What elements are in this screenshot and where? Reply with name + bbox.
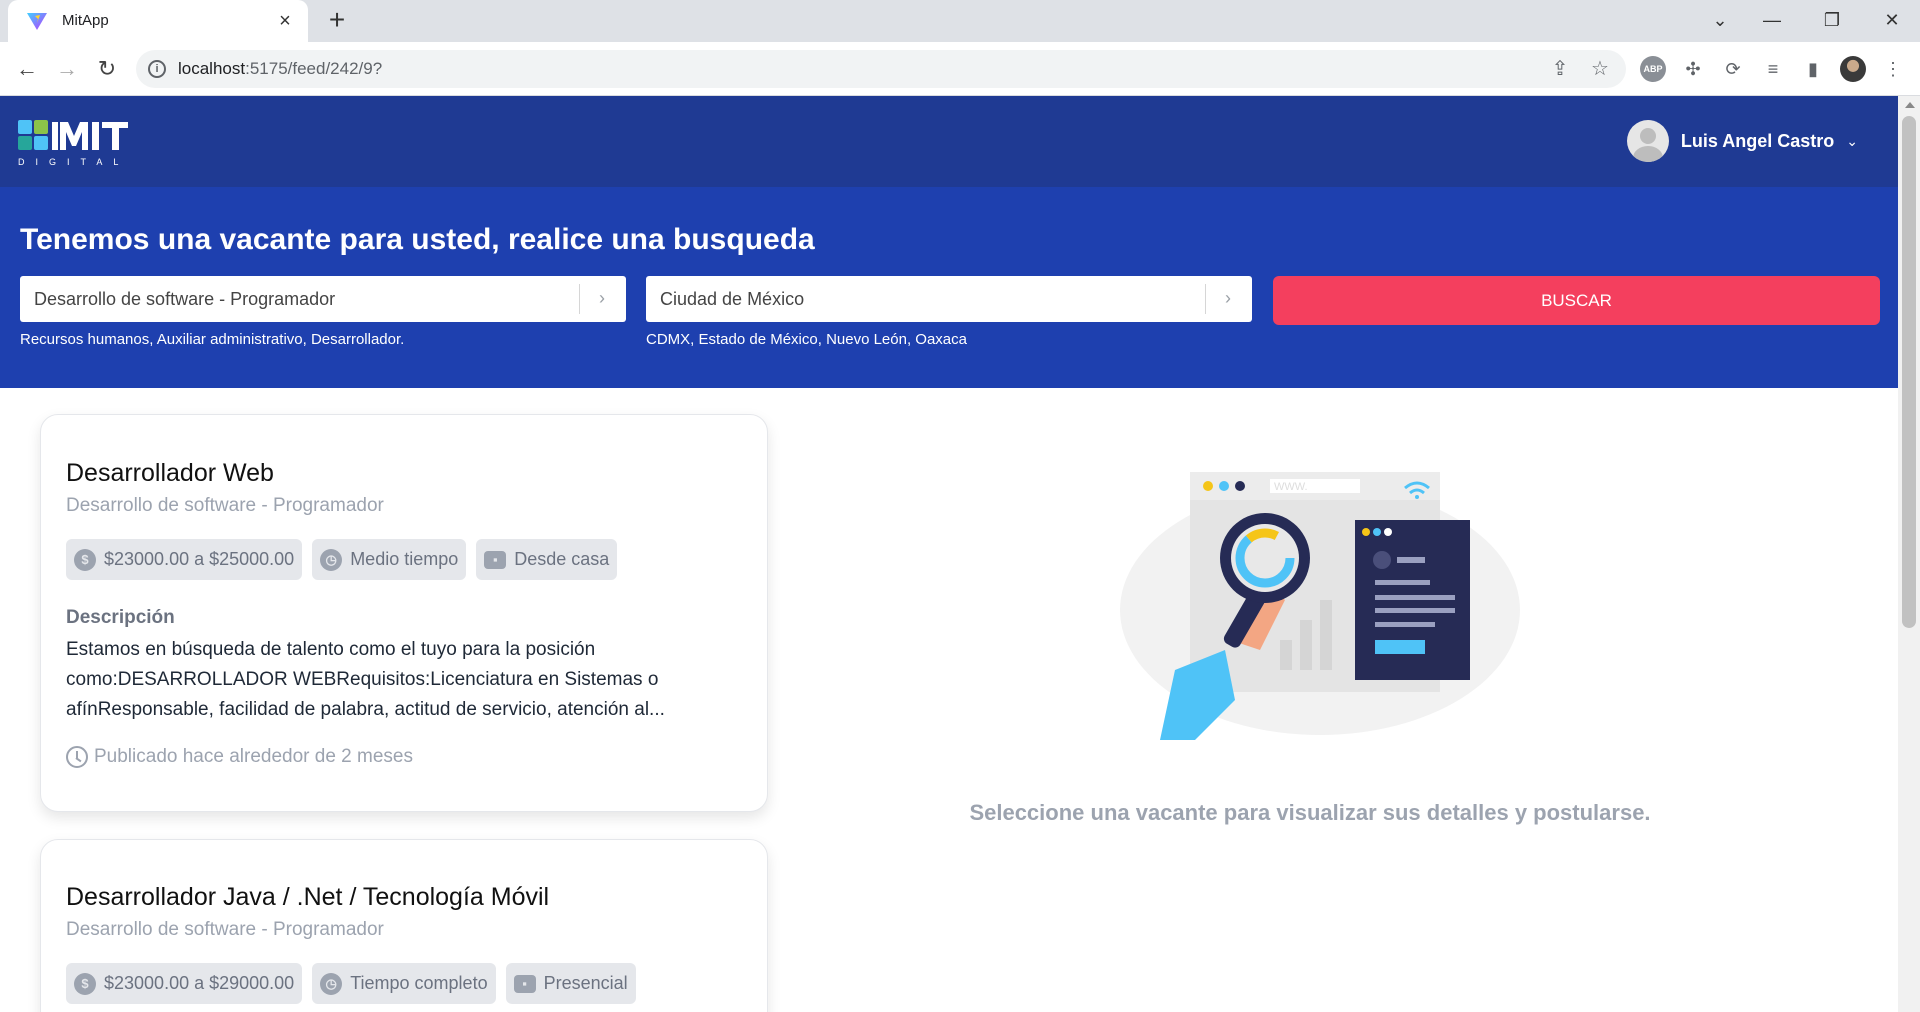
scrollbar-thumb[interactable] — [1902, 116, 1916, 628]
job-title: Desarrollador Java / .Net / Tecnología M… — [66, 883, 550, 911]
browser-profile-avatar[interactable] — [1840, 56, 1866, 82]
briefcase-icon: ▪ — [484, 550, 507, 569]
site-info-icon[interactable]: i — [148, 60, 166, 78]
browser-tabstrip: MitApp × + ⌄ — ❐ ✕ — [0, 0, 1920, 42]
search-title: Tenemos una vacante para usted, realice … — [20, 223, 815, 256]
empty-detail-message: Seleccione una vacante para visualizar s… — [969, 800, 1651, 825]
salary-text: $23000.00 a $29000.00 — [104, 973, 295, 993]
browser-toolbar: ← → ↻ i localhost:5175/feed/242/9? ⇪ ☆ A… — [0, 42, 1920, 96]
job-category: Desarrollo de software - Programador — [66, 495, 384, 516]
user-avatar[interactable] — [1626, 120, 1669, 162]
schedule-tag: ◷ Medio tiempo — [312, 539, 467, 580]
dollar-icon: $ — [74, 548, 96, 571]
extensions-puzzle-icon[interactable]: ✣ — [1680, 56, 1706, 82]
modality-tag: ▪ Desde casa — [476, 539, 618, 580]
side-panel-icon[interactable]: ▮ — [1800, 56, 1826, 82]
logo-subtitle: DIGITAL — [18, 157, 129, 167]
app-header: DIGITAL Luis Angel Castro ⌄ — [0, 96, 1898, 187]
job-tags: $ $23000.00 a $29000.00 ◷ Tiempo complet… — [66, 963, 636, 1004]
page-scrollbar[interactable] — [1898, 96, 1920, 1012]
vite-favicon-icon — [27, 13, 47, 30]
tab-title: MitApp — [62, 12, 109, 29]
salary-text: $23000.00 a $25000.00 — [104, 549, 295, 569]
user-menu[interactable]: Luis Angel Castro ⌄ — [1626, 120, 1858, 162]
illustration-www: WWW. — [1274, 481, 1308, 493]
adblock-extension-icon[interactable]: ABP — [1640, 56, 1666, 82]
search-section: Tenemos una vacante para usted, realice … — [0, 187, 1898, 388]
location-search-input[interactable] — [646, 276, 1206, 322]
modality-text: Presencial — [543, 973, 628, 993]
search-button[interactable]: BUSCAR — [1273, 276, 1880, 325]
job-card[interactable]: Desarrollador Web Desarrollo de software… — [40, 414, 768, 812]
schedule-tag: ◷ Tiempo completo — [312, 963, 496, 1004]
job-search-hint: Recursos humanos, Auxiliar administrativ… — [20, 331, 405, 348]
tab-search-icon[interactable]: ⌄ — [1690, 0, 1750, 40]
location-search-field[interactable]: › — [646, 276, 1252, 322]
browser-tab[interactable]: MitApp × — [8, 0, 308, 42]
posted-text: Publicado hace alrededor de 2 meses — [94, 746, 413, 767]
chevron-down-icon[interactable]: ⌄ — [1846, 133, 1858, 150]
scroll-up-arrow-icon[interactable] — [1905, 102, 1915, 108]
close-tab-icon[interactable]: × — [274, 10, 296, 32]
forward-icon[interactable]: → — [50, 52, 84, 86]
dollar-icon: $ — [74, 972, 96, 995]
job-description: Estamos en búsqueda de talento como el t… — [66, 639, 665, 720]
extension-sync-icon[interactable]: ⟳ — [1720, 56, 1746, 82]
job-search-input[interactable] — [20, 276, 580, 322]
clock-icon: ◷ — [320, 972, 343, 995]
clock-outline-icon — [66, 746, 88, 768]
job-search-field[interactable]: › — [20, 276, 626, 322]
salary-tag: $ $23000.00 a $29000.00 — [66, 963, 303, 1004]
salary-tag: $ $23000.00 a $25000.00 — [66, 539, 303, 580]
clock-icon: ◷ — [320, 548, 343, 571]
share-icon[interactable]: ⇪ — [1548, 57, 1572, 81]
bookmark-star-icon[interactable]: ☆ — [1588, 57, 1612, 81]
restore-icon[interactable]: ❐ — [1802, 0, 1862, 40]
modality-tag: ▪ Presencial — [505, 963, 636, 1004]
field-divider — [1205, 284, 1206, 314]
address-bar[interactable]: i localhost:5175/feed/242/9? ⇪ ☆ — [136, 50, 1626, 88]
job-card[interactable]: Desarrollador Java / .Net / Tecnología M… — [40, 839, 768, 1012]
description-heading: Descripción — [66, 607, 175, 628]
reload-icon[interactable]: ↻ — [90, 52, 124, 86]
schedule-text: Tiempo completo — [350, 973, 488, 993]
job-title: Desarrollador Web — [66, 459, 274, 487]
media-queue-icon[interactable]: ≡ — [1760, 56, 1786, 82]
user-name[interactable]: Luis Angel Castro — [1681, 131, 1834, 152]
chevron-right-icon[interactable]: › — [590, 286, 614, 310]
location-search-hint: CDMX, Estado de México, Nuevo León, Oaxa… — [646, 331, 967, 348]
url-text[interactable]: localhost:5175/feed/242/9? — [178, 59, 382, 79]
posted-date: Publicado hace alrededor de 2 meses — [66, 746, 413, 768]
minimize-icon[interactable]: — — [1742, 0, 1802, 40]
job-category: Desarrollo de software - Programador — [66, 919, 384, 940]
search-illustration: WWW. — [1120, 472, 1520, 740]
job-tags: $ $23000.00 a $25000.00 ◷ Medio tiempo ▪… — [66, 539, 618, 580]
schedule-text: Medio tiempo — [350, 549, 459, 569]
back-icon[interactable]: ← — [10, 52, 44, 86]
close-window-icon[interactable]: ✕ — [1862, 0, 1920, 40]
mit-digital-logo[interactable]: DIGITAL — [18, 118, 148, 168]
briefcase-icon: ▪ — [513, 974, 536, 993]
modality-text: Desde casa — [514, 549, 610, 569]
new-tab-icon[interactable]: + — [322, 6, 352, 36]
browser-menu-icon[interactable]: ⋮ — [1880, 56, 1906, 82]
field-divider — [579, 284, 580, 314]
url-host: localhost — [178, 59, 246, 78]
url-path: :5175/feed/242/9? — [245, 59, 383, 78]
chevron-right-icon[interactable]: › — [1216, 286, 1240, 310]
